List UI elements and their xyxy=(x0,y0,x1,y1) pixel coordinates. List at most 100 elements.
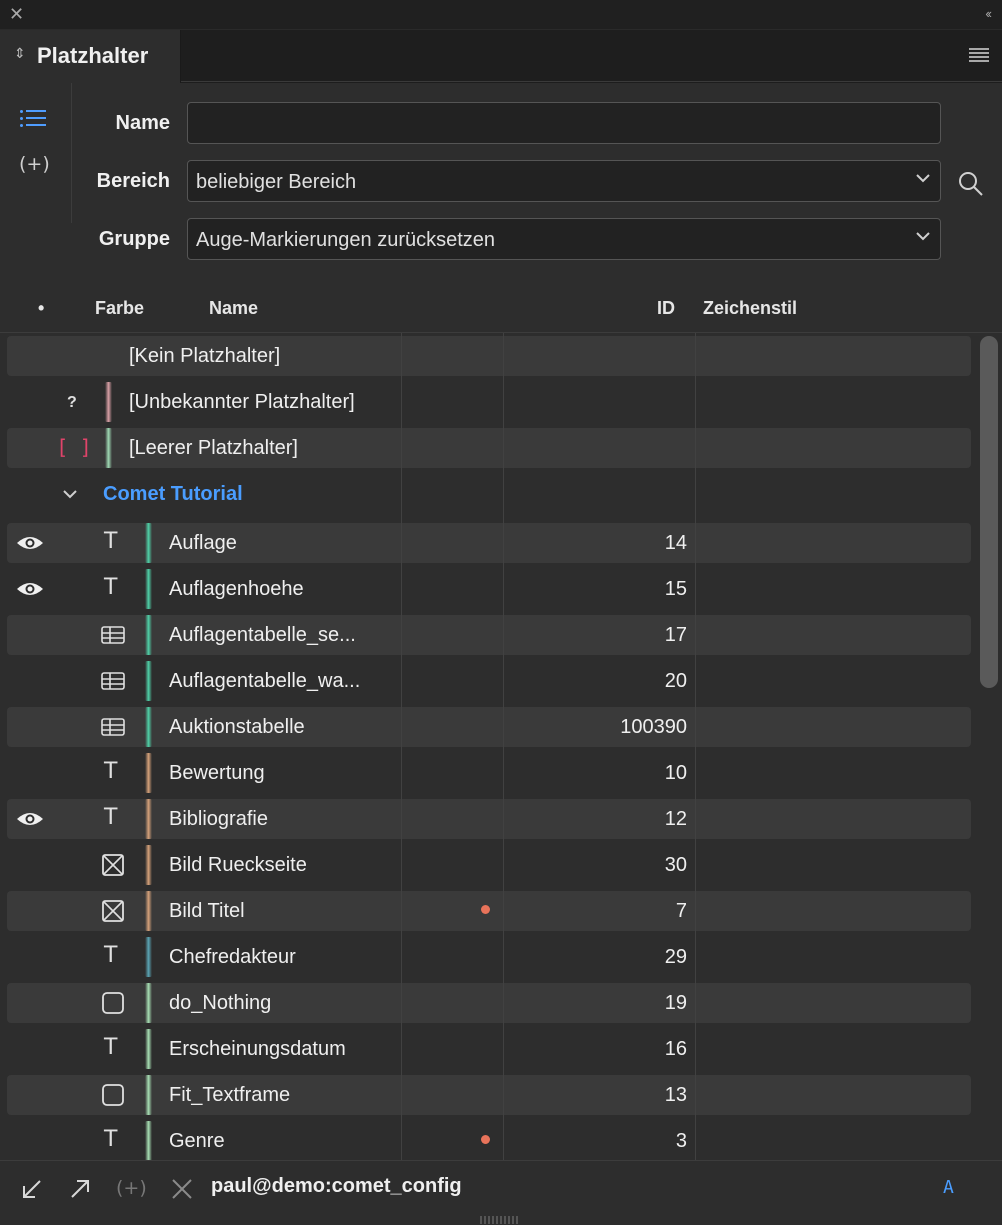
search-icon[interactable] xyxy=(958,171,984,197)
color-chip xyxy=(145,707,152,747)
color-chip xyxy=(145,983,152,1023)
chevron-down-icon xyxy=(916,174,930,183)
text-type-icon: T xyxy=(104,1035,118,1060)
placeholder-name: Auktionstabelle xyxy=(169,716,305,738)
color-chip xyxy=(145,615,152,655)
table-type-icon xyxy=(101,669,125,693)
scrollbar[interactable] xyxy=(977,333,1002,1160)
close-icon[interactable]: ✕ xyxy=(9,5,24,23)
column-header-id[interactable]: ID xyxy=(657,298,675,319)
color-chip xyxy=(145,569,152,609)
frame-type-icon xyxy=(101,1083,125,1107)
color-chip xyxy=(145,891,152,931)
add-icon[interactable]: (+) xyxy=(116,1177,147,1201)
placeholder-name: do_Nothing xyxy=(169,992,272,1014)
tab-title: Platzhalter xyxy=(37,43,149,68)
placeholder-name: Erscheinungsdatum xyxy=(169,1038,346,1060)
column-divider xyxy=(401,333,402,1160)
placeholder-name: Bild Titel xyxy=(169,900,245,922)
connection-label: paul@demo:comet_config xyxy=(211,1175,462,1197)
placeholder-id: 12 xyxy=(664,808,687,830)
column-divider xyxy=(695,333,696,1160)
gruppe-value: Auge-Markierungen zurücksetzen xyxy=(196,229,496,251)
column-header-name[interactable]: Name xyxy=(209,298,258,319)
placeholder-id: 29 xyxy=(664,946,687,968)
chevron-down-icon[interactable] xyxy=(62,488,78,500)
placeholder-name: Bibliografie xyxy=(169,808,268,830)
placeholder-id: 20 xyxy=(664,670,687,692)
chevron-down-icon xyxy=(916,232,930,241)
text-type-icon: T xyxy=(104,575,118,600)
placeholder-id: 16 xyxy=(664,1038,687,1060)
resize-grip[interactable] xyxy=(480,1211,520,1224)
gruppe-select[interactable]: Auge-Markierungen zurücksetzen xyxy=(187,218,941,260)
tab-bar: ⇕ Platzhalter xyxy=(0,30,1002,83)
column-header-farbe[interactable]: Farbe xyxy=(95,298,144,319)
color-chip xyxy=(145,523,152,563)
text-type-icon: T xyxy=(104,805,118,830)
bereich-label: Bereich xyxy=(96,170,170,192)
color-chip xyxy=(145,753,152,793)
placeholder-id: 10 xyxy=(664,762,687,784)
placeholder-name: [Kein Platzhalter] xyxy=(129,345,281,367)
column-header-zeichenstil[interactable]: Zeichenstil xyxy=(703,298,797,319)
status-dot xyxy=(481,905,490,914)
view-switcher: (+) xyxy=(0,83,72,223)
color-chip xyxy=(105,382,112,422)
placeholder-name: Chefredakteur xyxy=(169,946,296,968)
bereich-select[interactable]: beliebiger Bereich xyxy=(187,160,941,202)
name-input[interactable] xyxy=(187,102,941,144)
column-divider xyxy=(503,333,504,1160)
tab-platzhalter[interactable]: ⇕ Platzhalter xyxy=(0,30,181,83)
color-chip xyxy=(145,1075,152,1115)
eye-icon[interactable] xyxy=(16,811,44,827)
arrow-up-right-icon[interactable] xyxy=(68,1177,92,1201)
column-header-dot[interactable]: • xyxy=(38,298,44,319)
text-type-icon: T xyxy=(104,529,118,554)
color-chip xyxy=(145,937,152,977)
close-icon[interactable] xyxy=(170,1177,194,1201)
image-frame-icon xyxy=(101,899,125,923)
placeholder-id: 17 xyxy=(664,624,687,646)
eye-icon[interactable] xyxy=(16,581,44,597)
color-chip xyxy=(145,661,152,701)
color-chip xyxy=(145,799,152,839)
brackets-icon: [ ] xyxy=(59,435,93,459)
placeholder-id: 7 xyxy=(675,900,687,922)
panel-footer: (+) paul@demo:comet_config A xyxy=(0,1160,1002,1225)
placeholder-id: 13 xyxy=(664,1084,687,1106)
arrow-down-left-icon[interactable] xyxy=(20,1177,44,1201)
placeholder-name: Auflagentabelle_se... xyxy=(169,624,356,646)
mode-indicator[interactable]: A xyxy=(943,1177,954,1198)
name-label: Name xyxy=(115,112,170,134)
table-type-icon xyxy=(101,715,125,739)
color-chip xyxy=(145,1121,152,1160)
placeholder-id: 14 xyxy=(664,532,687,554)
placeholder-panel: (+) Name Bereich beliebiger Bereich Grup… xyxy=(0,83,1002,1160)
frame-type-icon xyxy=(101,991,125,1015)
placeholder-name: [Unbekannter Platzhalter] xyxy=(129,391,355,413)
color-chip xyxy=(105,428,112,468)
placeholder-name: Fit_Textframe xyxy=(169,1084,291,1106)
placeholder-name: Auflage xyxy=(169,532,237,554)
image-frame-icon xyxy=(101,853,125,877)
placeholder-id: 100390 xyxy=(620,716,687,738)
placeholder-id: 3 xyxy=(675,1130,687,1152)
color-chip xyxy=(145,1029,152,1069)
placeholder-id: 19 xyxy=(664,992,687,1014)
color-chip xyxy=(145,845,152,885)
gruppe-label: Gruppe xyxy=(98,228,170,250)
placeholder-name: Auflagenhoehe xyxy=(169,578,304,600)
placeholder-name: Bewertung xyxy=(169,762,265,784)
placeholder-id: 15 xyxy=(664,578,687,600)
eye-icon[interactable] xyxy=(16,535,44,551)
placeholder-name: Auflagentabelle_wa... xyxy=(169,670,361,692)
placeholder-name: [Leerer Platzhalter] xyxy=(129,437,298,459)
placeholder-list: [Kein Platzhalter] ? [Unbekannter Platzh… xyxy=(0,333,976,1160)
collapse-panel-icon[interactable]: ‹‹ xyxy=(985,6,992,21)
sort-arrows-icon: ⇕ xyxy=(14,45,26,61)
text-type-icon: T xyxy=(104,1127,118,1152)
group-title[interactable]: Comet Tutorial xyxy=(103,483,243,506)
scrollbar-thumb[interactable] xyxy=(980,336,998,688)
panel-menu-icon[interactable] xyxy=(969,48,989,62)
